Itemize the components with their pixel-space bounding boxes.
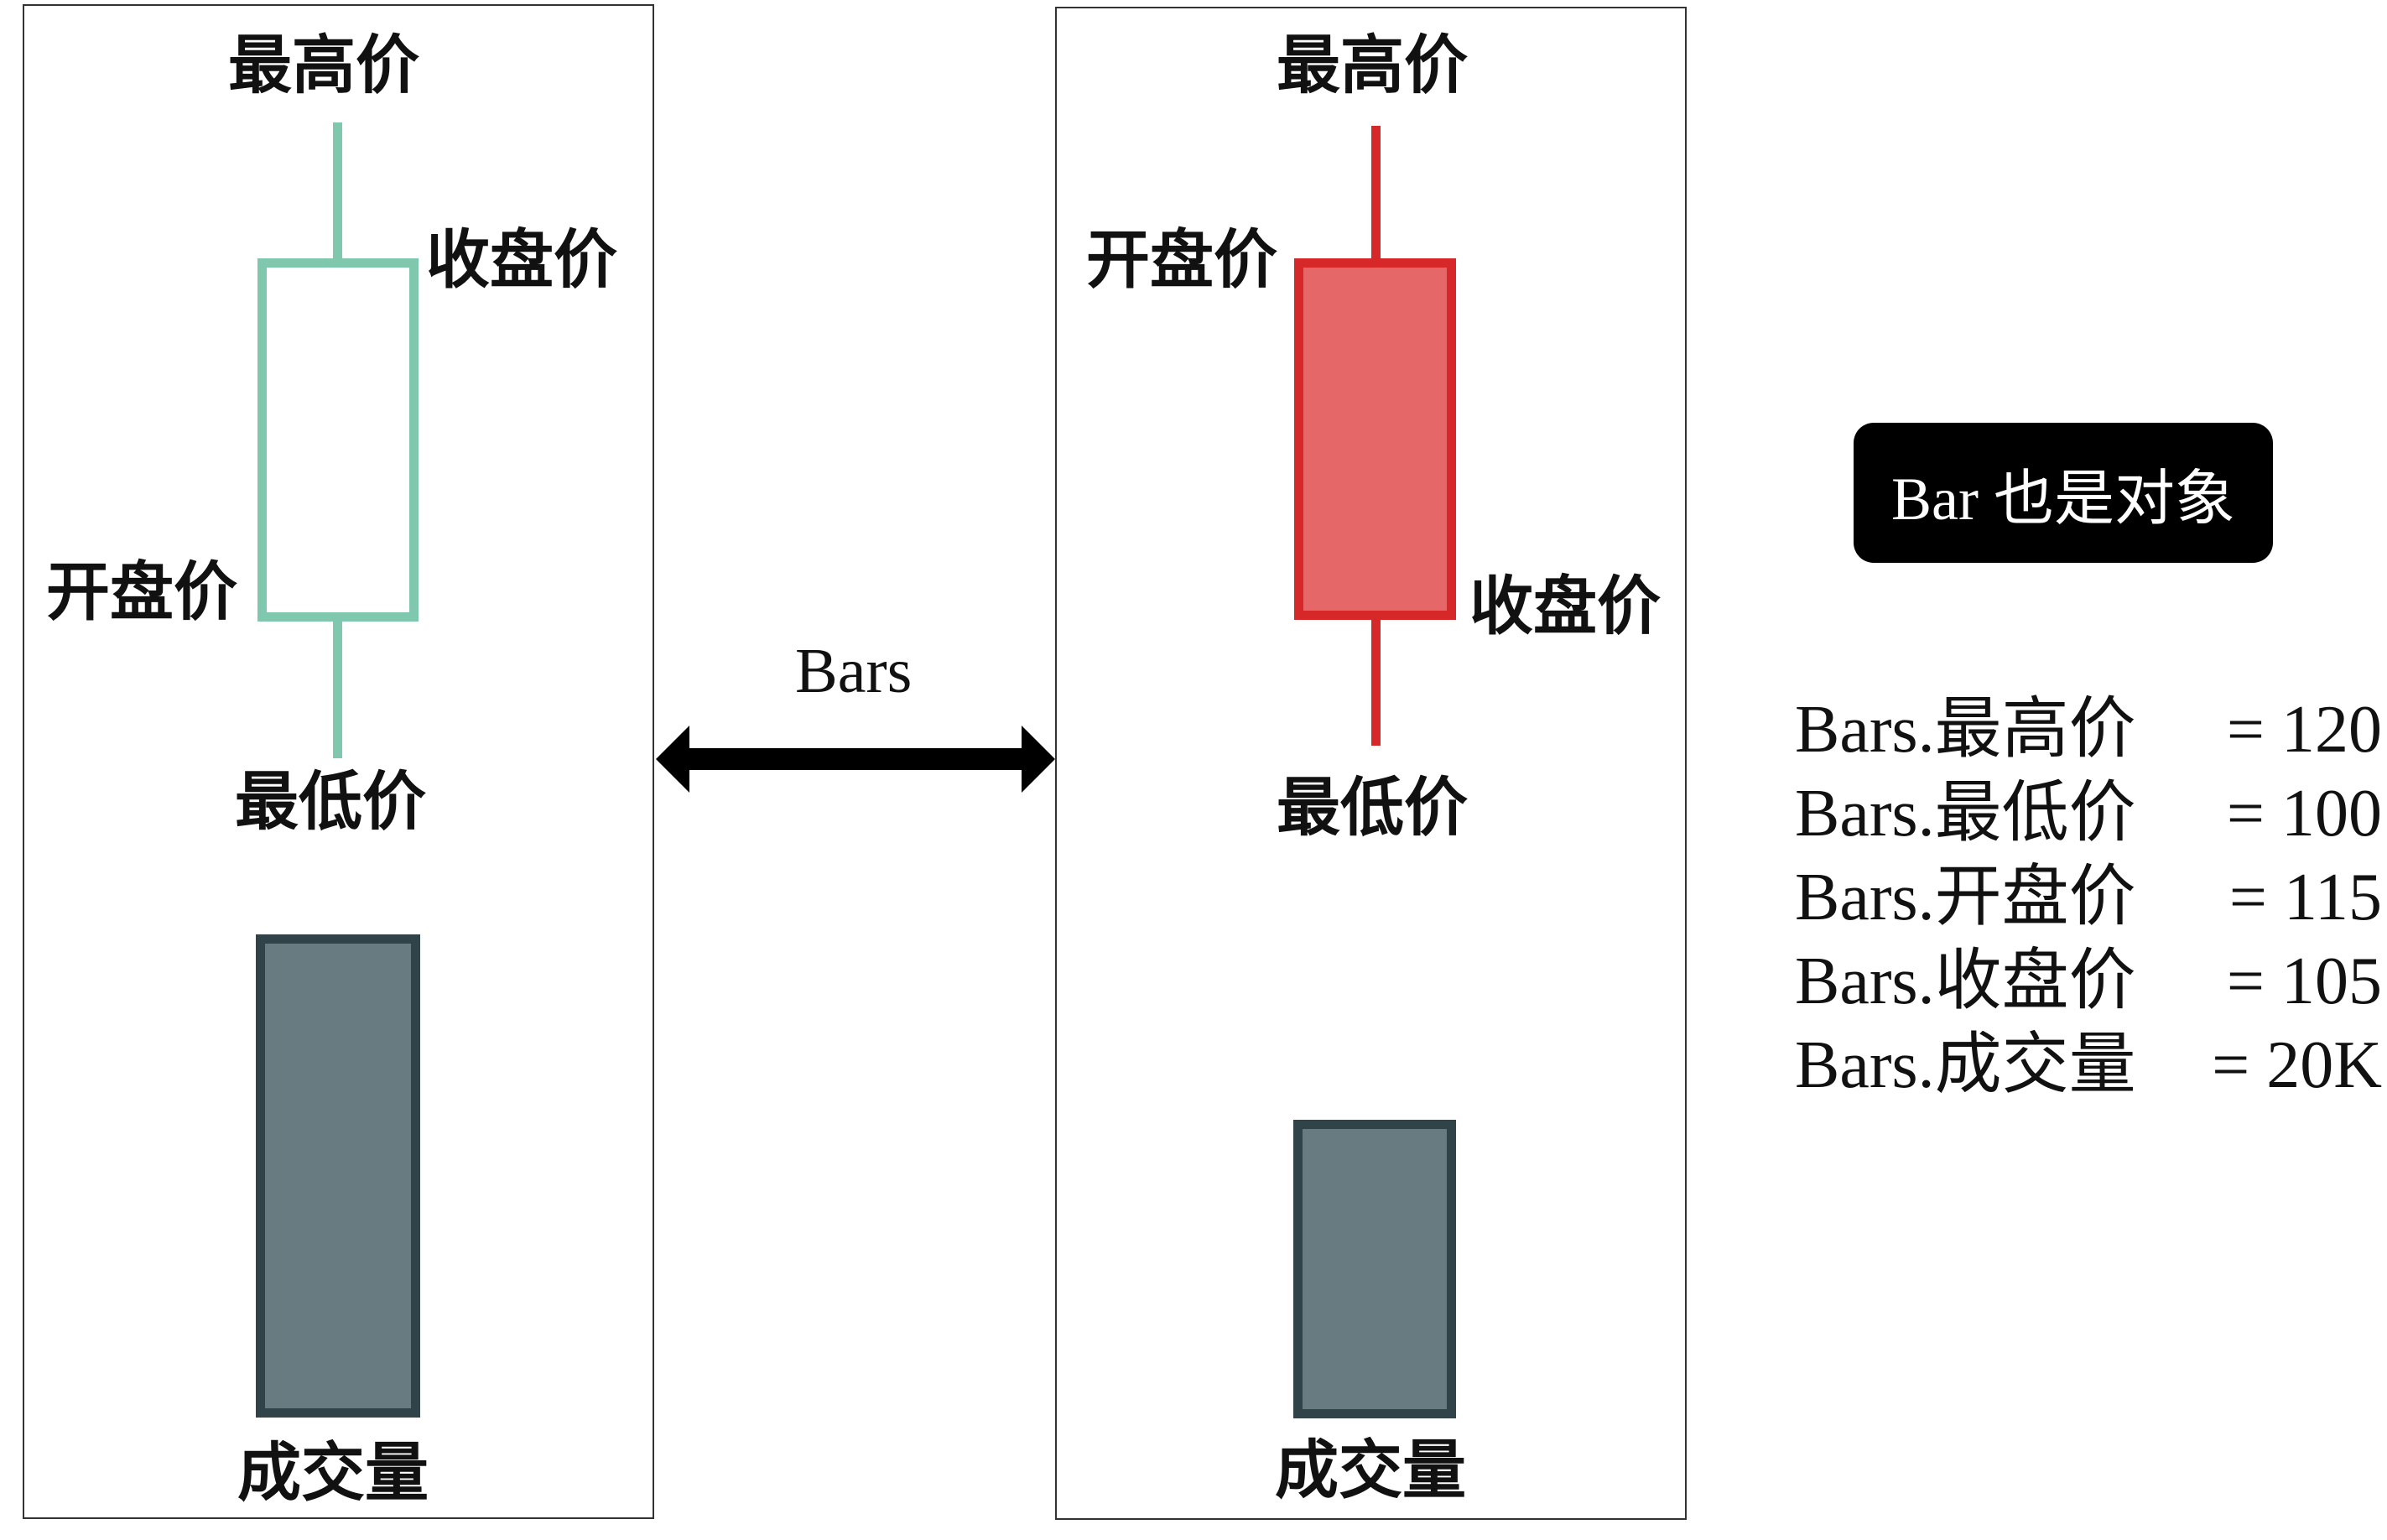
left-candle-body xyxy=(257,258,419,622)
bar-object-badge: Bar 也是对象 xyxy=(1854,423,2273,563)
right-low-label: 最低价 xyxy=(1277,770,1468,845)
left-low-label: 最低价 xyxy=(235,764,426,839)
left-close-label: 收盘价 xyxy=(426,222,617,297)
formula-list: Bars.最高价 = 120 Bars.最低价 = 100 Bars.开盘价 =… xyxy=(1795,688,2382,1107)
formula-high: Bars.最高价 = 120 xyxy=(1795,688,2382,772)
formula-low: Bars.最低价 = 100 xyxy=(1795,772,2382,856)
left-volume-label: 成交量 xyxy=(237,1435,429,1510)
right-candle-body xyxy=(1294,258,1456,620)
formula-open-value: = 115 xyxy=(2228,861,2382,934)
right-upper-wick xyxy=(1371,126,1381,260)
left-high-label: 最高价 xyxy=(228,28,419,102)
formula-high-value: = 120 xyxy=(2226,693,2382,767)
formula-close-value: = 105 xyxy=(2226,944,2382,1018)
right-volume-label: 成交量 xyxy=(1275,1433,1466,1507)
formula-close-field: Bars.收盘价 xyxy=(1795,944,2136,1018)
left-volume-bar xyxy=(256,934,420,1418)
right-lower-wick xyxy=(1371,620,1381,746)
left-upper-wick xyxy=(333,122,342,258)
right-open-label: 开盘价 xyxy=(1086,222,1277,297)
formula-low-field: Bars.最低价 xyxy=(1795,777,2136,851)
left-lower-wick xyxy=(333,622,342,758)
formula-volume: Bars.成交量 = 20K xyxy=(1795,1023,2382,1107)
right-volume-bar xyxy=(1293,1120,1456,1418)
formula-volume-field: Bars.成交量 xyxy=(1795,1028,2136,1102)
right-high-label: 最高价 xyxy=(1277,28,1468,102)
badge-text: Bar 也是对象 xyxy=(1891,466,2235,533)
formula-low-value: = 100 xyxy=(2226,777,2382,851)
double-arrow-icon xyxy=(656,726,1055,793)
formula-high-field: Bars.最高价 xyxy=(1795,693,2136,767)
bars-caption: Bars xyxy=(795,636,913,706)
formula-close: Bars.收盘价 = 105 xyxy=(1795,939,2382,1023)
right-close-label: 收盘价 xyxy=(1469,569,1661,643)
formula-volume-value: = 20K xyxy=(2212,1028,2382,1102)
left-open-label: 开盘价 xyxy=(46,554,237,629)
formula-open: Bars.开盘价 = 115 xyxy=(1795,856,2382,939)
formula-open-field: Bars.开盘价 xyxy=(1795,861,2136,934)
